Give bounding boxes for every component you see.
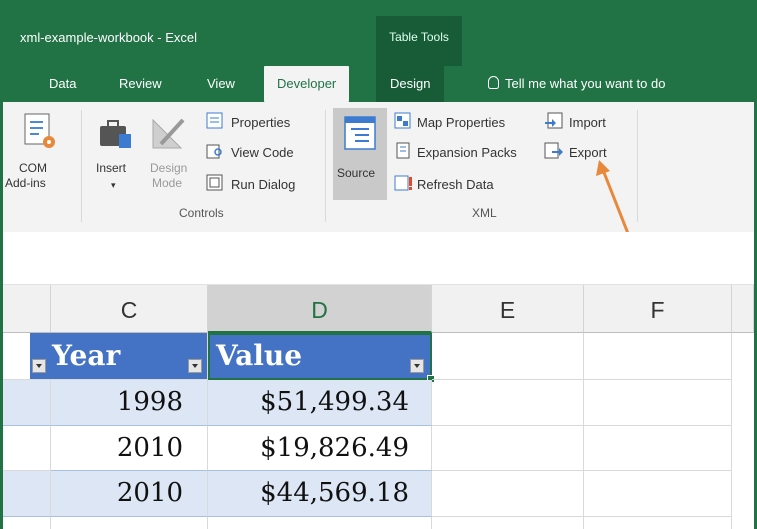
table-header-year[interactable]: Year [30,333,208,380]
table-tools-context-label: Table Tools [376,16,462,66]
ribbon-tab-row: Data Review View Developer Design Tell m… [0,66,757,102]
expansion-packs-label: Expansion Packs [417,145,517,160]
com-addins-label-line1: COM [19,161,47,175]
group-divider [81,110,82,222]
cell-f[interactable] [584,333,732,380]
insert-label: Insert [96,161,127,175]
window-title: xml-example-workbook - Excel [20,30,197,45]
cell-f[interactable] [584,517,732,529]
source-label: Source [337,166,376,180]
year-cell[interactable] [51,517,208,529]
title-bar: xml-example-workbook - Excel Table Tools [0,0,757,66]
row-cell[interactable] [3,471,51,517]
tab-review[interactable]: Review [119,76,162,91]
map-properties-label: Map Properties [417,115,506,130]
year-cell[interactable]: 2010 [51,471,208,517]
tab-data[interactable]: Data [49,76,76,91]
view-code-label: View Code [231,145,294,160]
value-cell[interactable]: $51,499.34 [208,380,432,426]
export-label: Export [569,145,607,160]
year-cell[interactable]: 1998 [51,380,208,426]
value-cell[interactable] [208,517,432,529]
tab-view[interactable]: View [207,76,235,91]
expansion-packs-icon [396,142,410,159]
value-cell[interactable]: $19,826.49 [208,426,432,471]
cell-f[interactable] [584,426,732,471]
cell-e[interactable] [432,471,584,517]
row-header-corner [3,285,51,333]
column-header-c[interactable]: C [51,285,208,333]
refresh-data-label: Refresh Data [417,177,494,192]
cell-f[interactable] [584,471,732,517]
com-addins-icon [24,113,55,148]
xml-group-label: XML [472,206,497,220]
refresh-data-icon [394,175,412,191]
value-header-text: Value [216,339,303,372]
properties-icon [206,112,223,129]
cell-f[interactable] [584,380,732,426]
row-cell[interactable] [3,426,51,471]
design-mode-label-line2: Mode [152,176,183,190]
import-icon [545,112,563,129]
column-header-f[interactable]: F [584,285,732,333]
tell-me-text: Tell me what you want to do [505,76,666,91]
tell-me-search[interactable]: Tell me what you want to do [488,76,665,91]
annotation-arrow-icon [596,160,631,237]
column-header-e[interactable]: E [432,285,584,333]
source-button[interactable]: Source [333,108,387,200]
view-code-icon [206,144,222,159]
filter-dropdown-icon[interactable] [188,359,202,373]
map-properties-icon [394,112,411,129]
run-dialog-icon [206,174,223,191]
row-cell[interactable] [3,517,51,529]
developer-ribbon: COM Add-ins Insert ▾ Design Mode Propert… [3,102,754,237]
com-addins-label-line2: Add-ins [5,176,46,190]
year-cell[interactable]: 2010 [51,426,208,471]
import-label: Import [569,115,606,130]
filter-dropdown-icon[interactable] [410,359,424,373]
properties-label: Properties [231,115,291,130]
xml-source-icon [344,116,376,150]
cell-e[interactable] [432,517,584,529]
tab-developer[interactable]: Developer [264,66,350,102]
formula-bar-area [3,232,754,285]
year-header-text: Year [52,339,121,372]
export-icon [544,142,563,159]
cell-e[interactable] [432,380,584,426]
group-divider [325,110,326,222]
design-mode-icon [152,118,185,149]
tab-design[interactable]: Design [376,66,445,102]
cell-e[interactable] [432,333,584,380]
lightbulb-icon [488,76,499,89]
filter-dropdown-icon[interactable] [32,359,46,373]
run-dialog-label: Run Dialog [231,177,296,192]
cell-e[interactable] [432,426,584,471]
column-header-d[interactable]: D [208,285,432,333]
design-mode-label-line1: Design [150,161,188,175]
value-cell[interactable]: $44,569.18 [208,471,432,517]
table-header-value[interactable]: Value [208,333,435,383]
controls-group-label: Controls [179,206,224,220]
toolbox-icon [100,120,131,148]
chevron-down-icon: ▾ [111,180,116,190]
column-header-g[interactable] [732,285,754,333]
row-cell[interactable] [3,380,51,426]
